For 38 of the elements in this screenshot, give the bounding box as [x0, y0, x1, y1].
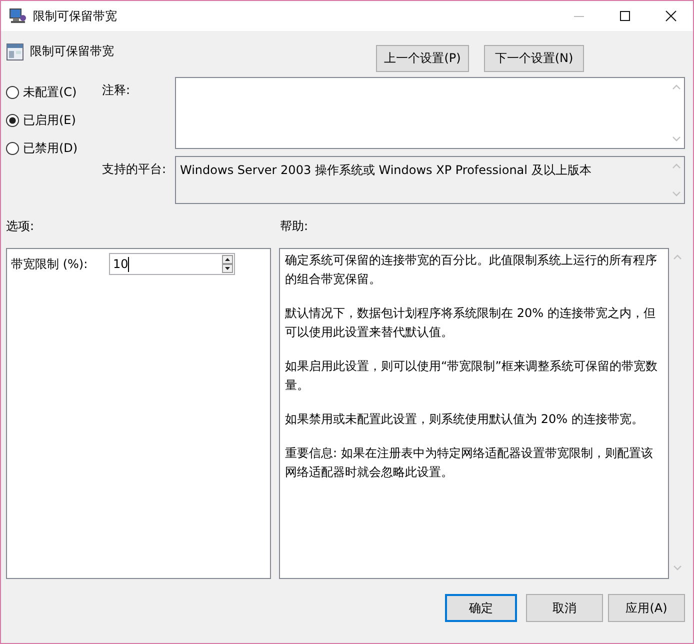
- scroll-down-icon: [672, 565, 682, 571]
- dialog-button[interactable]: 取消: [526, 594, 603, 622]
- scroll-down-icon: [672, 136, 680, 142]
- maximize-icon: [619, 10, 631, 22]
- radio-button[interactable]: [6, 86, 19, 99]
- help-paragraph: 重要信息: 如果在注册表中为特定网络适配器设置带宽限制，则配置该网络适配器时就会忽略此设置。: [285, 445, 654, 481]
- nav-button[interactable]: 上一个设置(P): [376, 45, 469, 72]
- number-field[interactable]: 10: [109, 253, 235, 275]
- help-paragraph: 如果禁用或未配置此设置，则系统使用默认值为 20% 的连接带宽。: [285, 411, 644, 428]
- radio-label[interactable]: 已启用(E): [23, 112, 76, 129]
- platform-text: Windows Server 2003 操作系统或 Windows XP Professional 及以上版本: [179, 162, 592, 179]
- dialog-button[interactable]: 应用(A): [608, 594, 685, 622]
- field-label: 注释:: [102, 82, 132, 99]
- spin-up-icon: [222, 255, 233, 264]
- radio-button[interactable]: [6, 142, 19, 155]
- section-label: 选项:: [6, 218, 36, 235]
- field-label: 带宽限制 (%):: [10, 256, 89, 272]
- radio-label[interactable]: 未配置(C): [23, 84, 77, 101]
- policy-icon: [6, 43, 24, 61]
- close-icon: [665, 10, 677, 22]
- spin-down-icon: [222, 264, 233, 273]
- nav-button[interactable]: 下一个设置(N): [484, 45, 584, 72]
- help-paragraph: 如果启用此设置，则可以使用“带宽限制”框来调整系统可保留的带宽数量。: [285, 358, 658, 394]
- comment-field[interactable]: [175, 77, 685, 149]
- section-label: 帮助:: [280, 218, 308, 235]
- scroll-up-icon: [672, 163, 680, 169]
- setting-title: 限制可保留带宽: [30, 43, 114, 60]
- dialog-button[interactable]: 确定: [445, 594, 517, 622]
- radio-button[interactable]: [6, 114, 19, 127]
- help-paragraph: 确定系统可保留的连接带宽的百分比。此值限制系统上运行的所有程序的组合带宽保留。: [285, 252, 658, 288]
- help-paragraph: 默认情况下，数据包计划程序将系统限制在 20% 的连接带宽之内，但可以使用此设置来替代默认值。: [285, 305, 656, 341]
- computer-icon: [9, 8, 27, 24]
- field-label: 支持的平台:: [102, 161, 168, 178]
- scroll-down-icon: [672, 191, 680, 197]
- scroll-up-icon: [672, 254, 682, 260]
- radio-label[interactable]: 已禁用(D): [23, 140, 78, 157]
- window-title: 限制可保留带宽: [33, 8, 118, 24]
- scroll-up-icon: [672, 84, 680, 90]
